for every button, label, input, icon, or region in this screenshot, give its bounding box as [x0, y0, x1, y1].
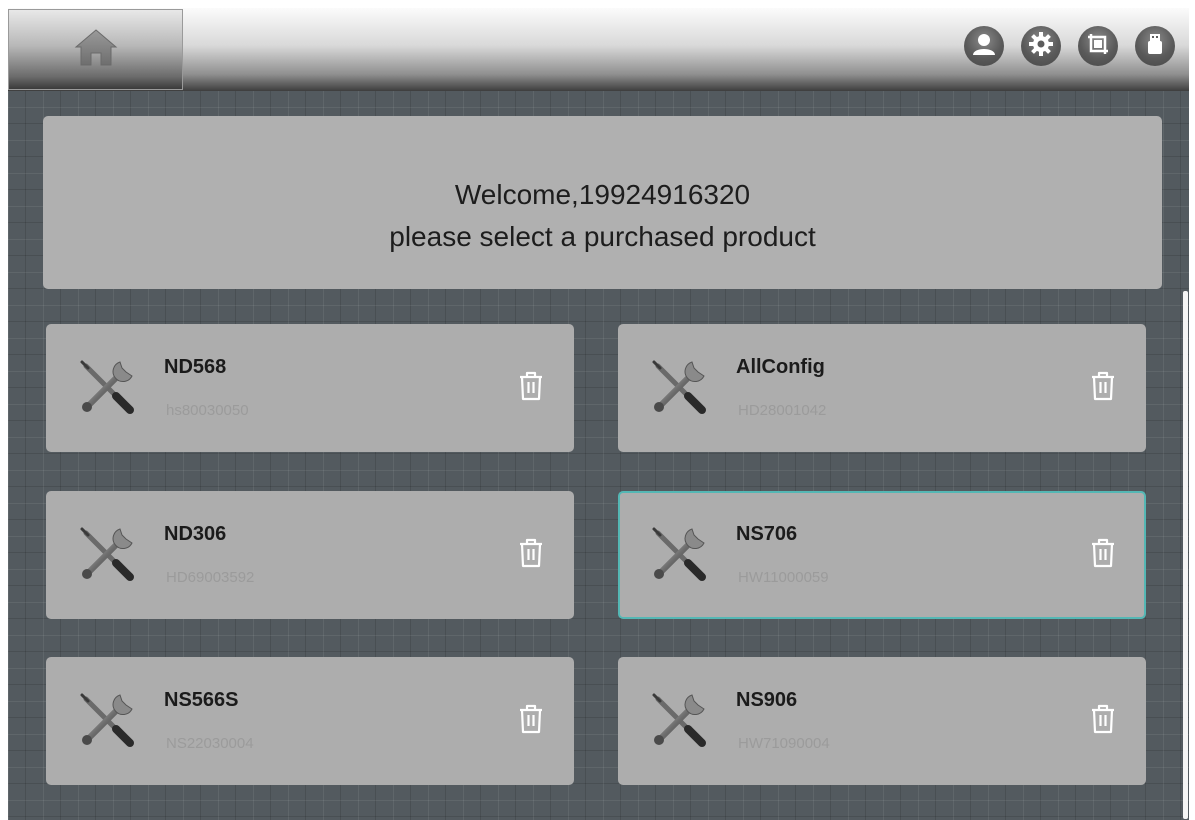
- trash-icon[interactable]: [518, 371, 544, 406]
- settings-button[interactable]: [1021, 26, 1061, 66]
- trash-icon[interactable]: [518, 538, 544, 573]
- welcome-panel: Welcome,19924916320 please select a purc…: [43, 116, 1162, 289]
- screen-capture-button[interactable]: [1078, 26, 1118, 66]
- trash-icon[interactable]: [518, 704, 544, 739]
- trash-icon[interactable]: [1090, 371, 1116, 406]
- tools-icon: [648, 689, 710, 756]
- user-icon: [971, 31, 997, 62]
- product-card-selected[interactable]: NS706 HW11000059: [618, 491, 1146, 619]
- product-card[interactable]: ND568 hs80030050: [46, 324, 574, 452]
- tools-icon: [648, 523, 710, 590]
- product-serial: NS22030004: [166, 735, 254, 752]
- product-serial: HW11000059: [738, 569, 829, 586]
- tools-icon: [76, 689, 138, 756]
- product-serial: hs80030050: [166, 402, 249, 419]
- welcome-instruction: please select a purchased product: [389, 221, 816, 252]
- home-icon: [74, 27, 118, 72]
- top-bar: [8, 8, 1189, 91]
- product-name: ND306: [164, 523, 227, 545]
- user-button[interactable]: [964, 26, 1004, 66]
- usb-button[interactable]: [1135, 26, 1175, 66]
- product-card[interactable]: ND306 HD69003592: [46, 491, 574, 619]
- product-card[interactable]: AllConfig HD28001042: [618, 324, 1146, 452]
- screen-capture-icon: [1085, 31, 1111, 62]
- tools-icon: [648, 356, 710, 423]
- product-card[interactable]: NS906 HW71090004: [618, 657, 1146, 785]
- product-name: ND568: [164, 356, 227, 378]
- scrollbar[interactable]: [1183, 291, 1188, 819]
- welcome-message: Welcome,19924916320: [454, 179, 751, 210]
- product-name: NS906: [736, 689, 798, 711]
- product-serial: HW71090004: [738, 735, 830, 752]
- tools-icon: [76, 356, 138, 423]
- trash-icon[interactable]: [1090, 538, 1116, 573]
- home-button[interactable]: [8, 9, 183, 90]
- usb-drive-icon: [1142, 31, 1168, 62]
- product-name: NS566S: [164, 689, 239, 711]
- settings-icon: [1028, 31, 1054, 62]
- tools-icon: [76, 523, 138, 590]
- product-card[interactable]: NS566S NS22030004: [46, 657, 574, 785]
- product-name: AllConfig: [736, 356, 825, 378]
- top-icon-group: [964, 26, 1175, 66]
- product-name: NS706: [736, 523, 798, 545]
- trash-icon[interactable]: [1090, 704, 1116, 739]
- product-serial: HD69003592: [166, 569, 255, 586]
- app-window: Welcome,19924916320 please select a purc…: [8, 8, 1189, 820]
- product-serial: HD28001042: [738, 402, 827, 419]
